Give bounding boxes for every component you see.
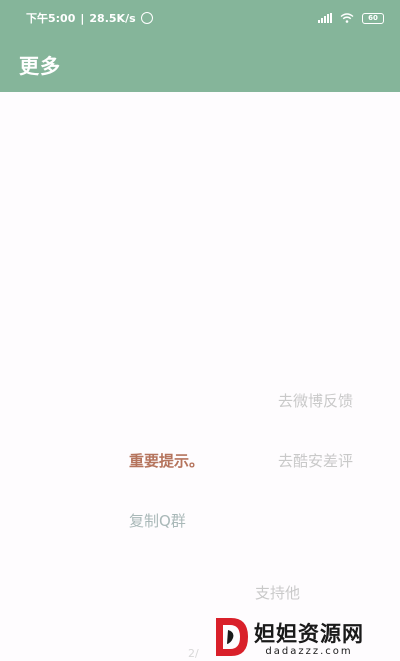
status-left: 下午5:00 | 28.5K/s [26,10,153,26]
status-time: 下午5:00 [26,12,76,25]
app-bar: 更多 [0,36,400,92]
alarm-icon [140,12,153,24]
signal-icon [318,13,332,23]
watermark: 妲妲资源网 dadazzz.com [214,616,364,658]
status-separator: | [80,11,85,25]
weibo-feedback-link[interactable]: 去微博反馈 [278,390,353,411]
content-area: 去微博反馈 重要提示。 去酷安差评 复制Q群 支持他 2/ [0,92,400,661]
status-bar: 下午5:00 | 28.5K/s 60 [0,0,400,36]
important-notice-link[interactable]: 重要提示。 [129,450,204,471]
watermark-name: 妲妲资源网 [254,621,364,646]
watermark-domain: dadazzz.com [265,645,353,657]
coolapk-review-link[interactable]: 去酷安差评 [278,450,353,471]
wifi-icon [340,13,354,23]
support-link[interactable]: 支持他 [255,582,300,603]
battery-icon: 60 [362,12,384,24]
network-speed: 28.5K/s [89,11,136,25]
status-right: 60 [318,12,384,24]
copy-qq-group-link[interactable]: 复制Q群 [129,510,186,531]
page-indicator: 2/ [188,647,199,660]
watermark-logo-icon [216,618,248,656]
page-title: 更多 [19,53,61,78]
